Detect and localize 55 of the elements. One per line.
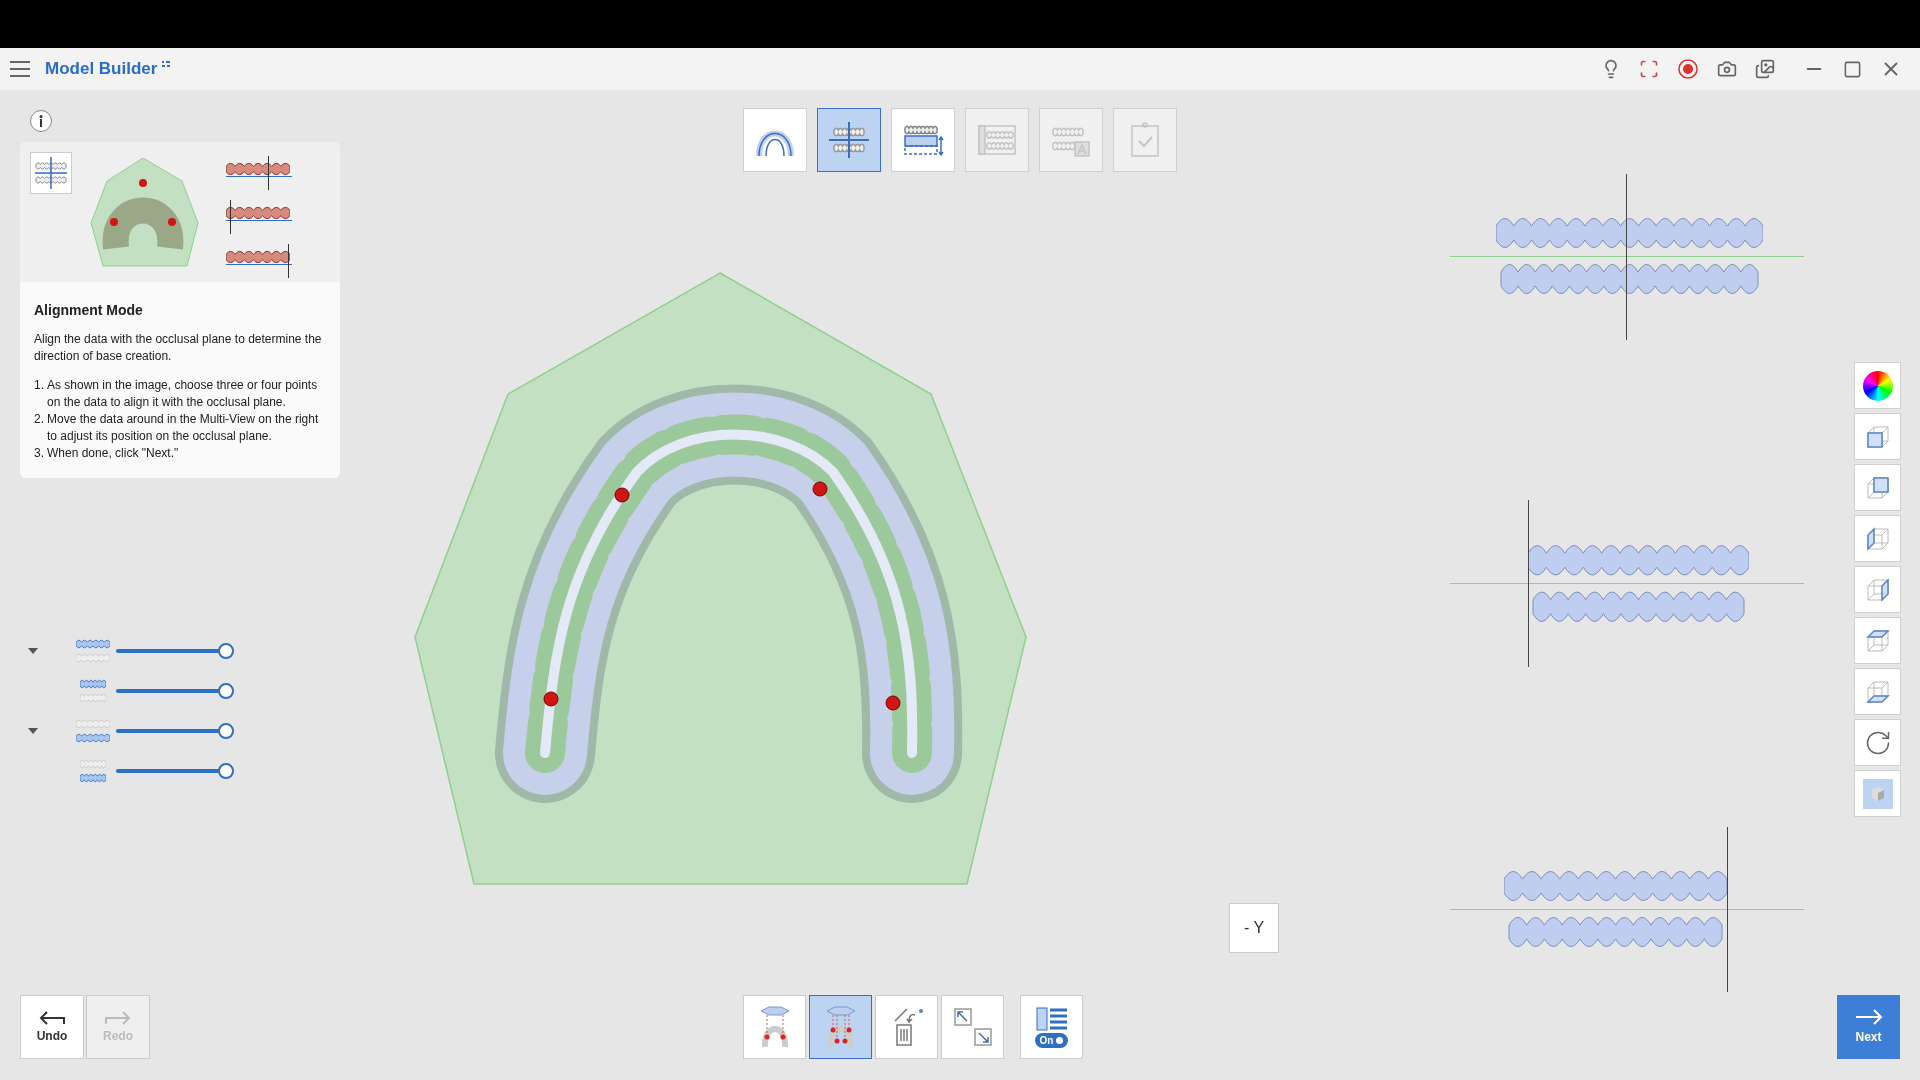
guide-description: Align the data with the occlusal plane to determine the direction of base creation.	[34, 331, 323, 365]
resize-arrows-icon	[952, 1007, 993, 1047]
step-text: As shown in the image, choose three or four points on the data to align it with the occlusal plane.	[47, 377, 319, 411]
color-wheel-button[interactable]	[1854, 362, 1901, 409]
step-number: 2.	[34, 411, 45, 428]
step-number: 1.	[34, 377, 45, 394]
jaw-layer-icon	[80, 757, 106, 785]
gallery-icon[interactable]	[1755, 59, 1775, 79]
record-icon[interactable]	[1677, 58, 1699, 80]
grid-badge-icon	[161, 60, 172, 68]
view-axis-label: - Y	[1229, 903, 1279, 953]
slider-thumb[interactable]	[218, 683, 234, 699]
step-number: 3.	[34, 445, 45, 462]
teeth-crosshair-icon	[827, 120, 871, 160]
opacity-slider[interactable]	[116, 723, 234, 739]
undo-arrow-icon	[38, 1009, 66, 1025]
slider-thumb[interactable]	[218, 723, 234, 739]
side-view-thumb-drawing	[226, 156, 292, 190]
collapse-caret-icon[interactable]	[28, 727, 38, 735]
side-view-thumb-drawing	[226, 244, 292, 278]
undo-button[interactable]: Undo	[20, 995, 84, 1059]
point-tool-button[interactable]	[809, 995, 872, 1059]
list-panel-icon	[1035, 1006, 1068, 1031]
next-button[interactable]: Next	[1837, 995, 1900, 1059]
slider-thumb[interactable]	[218, 643, 234, 659]
info-icon	[39, 115, 43, 127]
view-cube-button[interactable]	[1854, 668, 1901, 715]
collapse-caret-icon[interactable]	[28, 647, 38, 655]
reset-rotation-button[interactable]	[1854, 719, 1901, 766]
maximize-icon[interactable]	[1843, 59, 1862, 79]
toggle-switch: On	[1034, 1032, 1069, 1048]
right-arrow-icon	[1853, 1008, 1884, 1025]
info-button[interactable]	[30, 110, 52, 132]
opacity-slider[interactable]	[116, 683, 234, 699]
jaw-layer-icon	[76, 717, 110, 745]
view-cube-button[interactable]	[1854, 566, 1901, 613]
crosshair-thumb-icon	[30, 152, 72, 194]
view-cube-button[interactable]	[1854, 617, 1901, 664]
step-text: When done, click "Next."	[47, 445, 179, 462]
redo-arrow-icon	[104, 1009, 132, 1025]
slider-thumb[interactable]	[218, 763, 234, 779]
opacity-slider[interactable]	[116, 643, 234, 659]
jaw-layer-icon	[80, 677, 106, 705]
guide-title: Alignment Mode	[34, 301, 144, 320]
app-title: Model Builder	[45, 58, 158, 81]
camera-icon[interactable]	[1717, 59, 1737, 79]
opacity-slider[interactable]	[116, 763, 234, 779]
side-view-thumb-drawing	[226, 200, 292, 234]
view-cube-button[interactable]	[1854, 515, 1901, 562]
step-text: Move the data around in the Multi-View on the right to adjust its position on the occlusal plane.	[47, 411, 320, 445]
jaw-layer-icon	[76, 637, 110, 665]
view-cube-button[interactable]	[1854, 464, 1901, 511]
capture-region-icon[interactable]	[1639, 59, 1659, 79]
workflow-step-button[interactable]	[817, 108, 881, 172]
list-toggle-button[interactable]: On	[1020, 995, 1083, 1059]
